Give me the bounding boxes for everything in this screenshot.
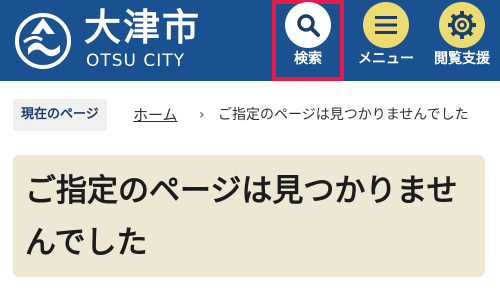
site-name-japanese[interactable]: 大津市 <box>84 6 201 50</box>
hamburger-icon <box>375 16 397 34</box>
menu-button-label: メニュー <box>358 51 414 67</box>
site-header: 大津市 OTSU CITY 検索 メニュー 閲覧支援 <box>0 0 500 81</box>
search-button[interactable]: 検索 <box>272 0 344 81</box>
gear-icon <box>448 11 476 39</box>
search-button-circle <box>285 2 331 48</box>
breadcrumb-tag: 現在のページ <box>13 99 107 131</box>
breadcrumb-separator: › <box>199 107 205 123</box>
menu-button[interactable]: メニュー <box>350 0 422 81</box>
breadcrumb-current: ご指定のページは見つかりませんでした <box>218 107 469 123</box>
menu-button-circle <box>363 2 409 48</box>
site-name-english[interactable]: OTSU CITY <box>86 51 185 71</box>
breadcrumb-home-link[interactable]: ホーム <box>133 103 178 127</box>
accessibility-button-label: 閲覧支援 <box>434 51 490 67</box>
accessibility-button-circle <box>439 2 485 48</box>
page-title: ご指定のページは見つかりませんでした <box>25 173 458 261</box>
page-title-box: ご指定のページは見つかりませんでした <box>13 155 485 277</box>
accessibility-button[interactable]: 閲覧支援 <box>424 0 500 81</box>
search-icon <box>297 14 320 37</box>
city-emblem-icon[interactable] <box>14 12 72 70</box>
search-button-label: 検索 <box>294 51 322 67</box>
